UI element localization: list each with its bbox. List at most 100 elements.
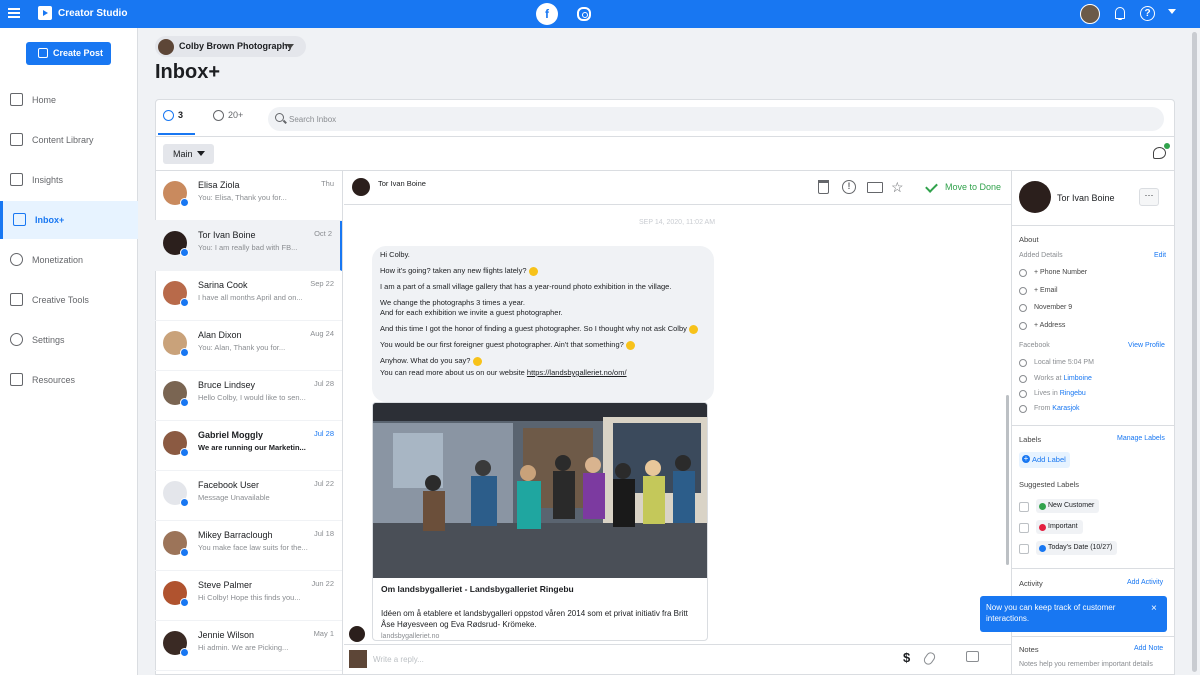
suggested-labels-heading: Suggested Labels [1019, 480, 1080, 489]
search-input[interactable] [268, 107, 1164, 131]
resources-icon [10, 373, 23, 386]
tab-messenger[interactable]: 3 [163, 110, 185, 121]
conversation-row[interactable]: Bruce Lindsey Hello Colby, I would like t… [155, 371, 342, 421]
create-post-label: Create Post [53, 48, 104, 58]
sidebar-item-resources[interactable]: Resources [0, 361, 138, 399]
lives-in: Lives in Ringebu [1034, 390, 1086, 397]
thread-contact-name: Tor Ivan Boine [378, 179, 426, 188]
help-icon[interactable]: ? [1140, 6, 1155, 21]
label-checkbox[interactable] [1019, 544, 1029, 554]
page-scrollbar[interactable] [1192, 32, 1197, 672]
sidebar-item-monetization[interactable]: Monetization [0, 241, 138, 279]
label-chip[interactable]: Important [1036, 520, 1083, 534]
account-avatar[interactable] [1080, 4, 1100, 24]
conversation-row[interactable]: Facebook User Message Unavailable Jul 22 [155, 471, 342, 521]
conversation-date: Jul 28 [313, 429, 334, 438]
star-icon[interactable]: ☆ [891, 180, 905, 194]
link-preview-card[interactable]: Om landsbygalleriet - Landsbygalleriet R… [372, 402, 708, 641]
sidebar-item-label: Monetization [32, 255, 84, 265]
tab-comments[interactable]: 20+ [213, 110, 243, 121]
menu-icon[interactable] [8, 6, 20, 22]
sidebar-item-inbox[interactable]: Inbox+ [0, 201, 138, 239]
saved-replies-icon[interactable] [966, 651, 979, 662]
close-icon[interactable]: × [1151, 603, 1157, 614]
link-preview-title: Om landsbygalleriet - Landsbygalleriet R… [381, 584, 574, 594]
label-text: Important [1048, 523, 1078, 530]
view-profile-link[interactable]: View Profile [1128, 342, 1165, 349]
reply-input[interactable] [373, 651, 873, 667]
page-selector-label: Colby Brown Photography [179, 41, 293, 51]
sidebar-item-settings[interactable]: Settings [0, 321, 138, 359]
added-details-label: Added Details [1019, 252, 1063, 259]
conversation-name: Jennie Wilson [198, 630, 255, 640]
page-title: Inbox+ [155, 61, 221, 83]
add-activity-link[interactable]: Add Activity [1127, 579, 1163, 586]
add-note-link[interactable]: Add Note [1134, 645, 1163, 652]
conversation-row[interactable]: Elisa Ziola You: Elisa, Thank you for... T… [155, 171, 342, 221]
gear-icon [10, 333, 23, 346]
facebook-icon[interactable]: f [536, 3, 558, 25]
home-icon [10, 93, 23, 106]
sidebar-item-insights[interactable]: Insights [0, 161, 138, 199]
new-message-icon[interactable] [1153, 143, 1170, 159]
chevron-down-icon[interactable] [1168, 9, 1176, 14]
instagram-icon[interactable] [577, 7, 591, 21]
conversation-row[interactable]: Mikey Barraclough You make face law suits… [155, 521, 342, 571]
conversation-row[interactable]: Sarina Cook I have all months April and o… [155, 271, 342, 321]
thread-scrollbar[interactable] [1006, 395, 1009, 565]
conversation-row[interactable]: Alan Dixon You: Alan, Thank you for... Aug… [155, 321, 342, 371]
home-address-icon [1019, 322, 1027, 330]
folder-filter-dropdown[interactable]: Main [163, 144, 214, 164]
conversation-row[interactable]: Steve Palmer Hi Colby! Hope this finds yo… [155, 571, 342, 621]
label-checkbox[interactable] [1019, 502, 1029, 512]
insights-icon [10, 173, 23, 186]
thread-header [344, 171, 1011, 205]
manage-labels-link[interactable]: Manage Labels [1117, 435, 1165, 442]
email-icon [1019, 287, 1027, 295]
clock-icon [1019, 359, 1027, 367]
more-options-button[interactable]: ··· [1139, 188, 1159, 206]
add-phone-number[interactable]: + Phone Number [1034, 269, 1087, 276]
smile-emoji-icon [528, 266, 538, 276]
payment-dollar-icon[interactable]: $ [903, 650, 910, 665]
sidebar: Create Post Home Content Library Insight… [0, 28, 138, 675]
conversation-date: Oct 2 [314, 229, 332, 238]
conversation-row[interactable]: Gabriel Moggly We are running our Marketi… [155, 421, 342, 471]
label-chip[interactable]: New Customer [1036, 499, 1100, 513]
sidebar-item-creative-tools[interactable]: Creative Tools [0, 281, 138, 319]
activity-tooltip: Now you can keep track of customer inter… [980, 596, 1167, 632]
conversation-row[interactable]: Tor Ivan Boine You: I am really bad with … [155, 221, 342, 271]
page-selector[interactable]: Colby Brown Photography [155, 36, 306, 57]
divider [1011, 636, 1175, 637]
mark-unread-mail-icon[interactable] [867, 182, 883, 193]
notifications-bell-icon[interactable] [1113, 6, 1127, 21]
message-line: We change the photographs 3 times a year… [380, 298, 525, 307]
library-icon [10, 133, 23, 146]
add-label-button[interactable]: Add Label [1019, 452, 1070, 468]
conversation-row[interactable]: Jennie Wilson Hi admin. We are Picking...… [155, 621, 342, 671]
message-timestamp: SEP 14, 2020, 11:02 AM [639, 219, 716, 226]
compose-icon [38, 48, 48, 58]
add-email[interactable]: + Email [1034, 287, 1058, 294]
edit-details-link[interactable]: Edit [1154, 252, 1166, 259]
add-address[interactable]: + Address [1034, 322, 1065, 329]
sidebar-item-content-library[interactable]: Content Library [0, 121, 138, 159]
website-link[interactable]: https://landsbygalleriet.no/om/ [527, 368, 627, 377]
conversation-date: Jul 28 [313, 379, 334, 388]
link-preview-description: Idéen om å etablere et landsbygalleri op… [381, 609, 688, 629]
sidebar-item-label: Resources [32, 375, 76, 385]
works-at: Works at Limboine [1034, 375, 1092, 382]
conversation-preview: Hi Colby! Hope this finds you... [198, 593, 301, 602]
conversation-date: May 1 [313, 629, 334, 638]
spam-alert-icon[interactable]: ! [842, 180, 856, 194]
create-post-button[interactable]: Create Post [26, 42, 111, 65]
move-to-done-button[interactable]: Move to Done [926, 181, 1001, 193]
conversation-date: Sep 22 [310, 279, 334, 288]
label-text: Today's Date (10/27) [1048, 544, 1113, 551]
sidebar-item-home[interactable]: Home [0, 81, 138, 119]
label-checkbox[interactable] [1019, 523, 1029, 533]
label-chip[interactable]: Today's Date (10/27) [1036, 541, 1118, 555]
message-line: You can read more about us on our websit… [380, 368, 627, 377]
trash-icon[interactable] [818, 180, 829, 194]
active-tab-indicator [158, 133, 195, 135]
